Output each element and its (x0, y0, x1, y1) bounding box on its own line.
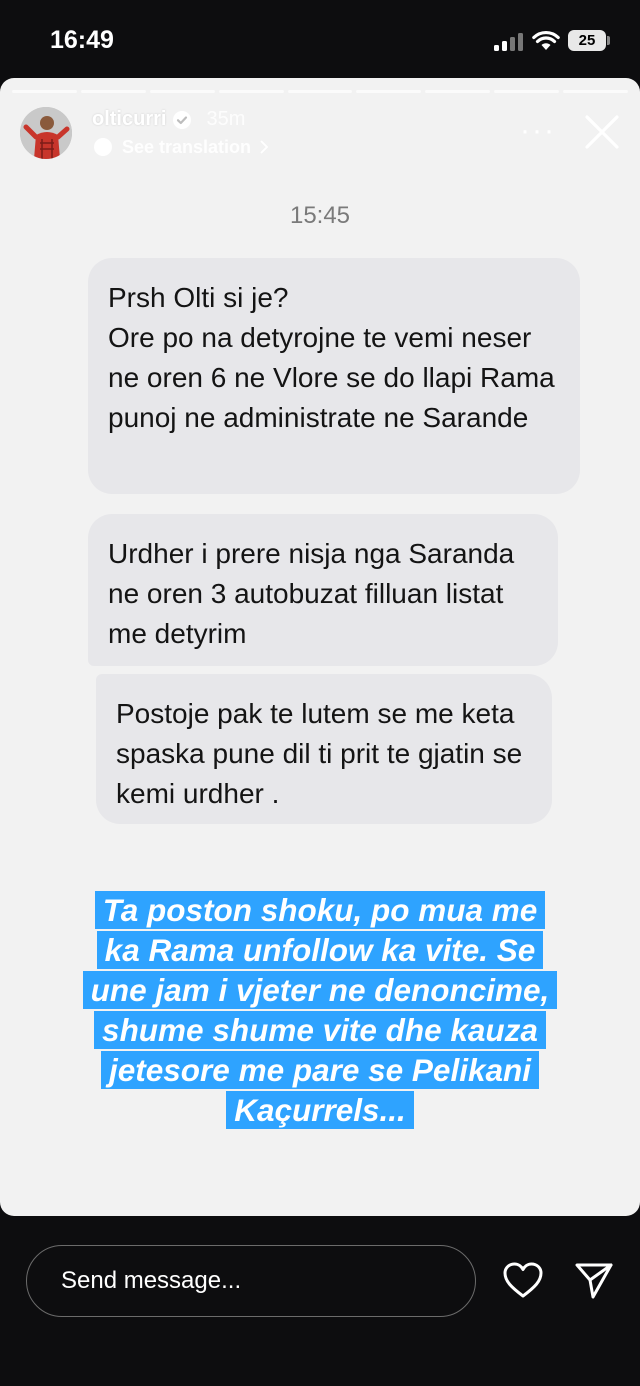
caption-line: shume shume vite dhe kauza (94, 1011, 546, 1049)
username-row: olticurri 35m (92, 108, 245, 131)
avatar[interactable] (20, 107, 72, 159)
caption-line: ka Rama unfollow ka vite. Se (96, 931, 544, 969)
cellular-signal-icon (494, 33, 524, 51)
chevron-right-icon (260, 140, 269, 154)
battery-level: 25 (568, 30, 606, 51)
send-message-input[interactable] (26, 1245, 476, 1317)
translate-icon (94, 138, 112, 156)
story-frame[interactable]: olticurri 35m See translation ··· 15:45 … (0, 78, 640, 1216)
wifi-icon (532, 30, 560, 50)
message-bubble: Urdher i prere nisja nga Saranda ne oren… (88, 514, 558, 666)
story-caption: Ta poston shoku, po mua me ka Rama unfol… (0, 890, 640, 1130)
see-translation-label: See translation (122, 136, 252, 157)
message-bubble: Prsh Olti si je? Ore po na detyrojne te … (88, 258, 580, 494)
battery-tip (607, 36, 610, 45)
username[interactable]: olticurri (92, 108, 166, 131)
status-time: 16:49 (50, 26, 114, 54)
more-options-button[interactable]: ··· (520, 116, 556, 146)
verified-icon (173, 110, 192, 129)
heart-icon[interactable] (502, 1260, 544, 1300)
time-ago: 35m (206, 108, 246, 130)
caption-line: une jam i vjeter ne denoncime, (82, 971, 558, 1009)
close-icon[interactable] (584, 114, 620, 150)
message-bubble: Postoje pak te lutem se me keta spaska p… (96, 674, 552, 824)
reply-bar (0, 1216, 640, 1386)
caption-line: Ta poston shoku, po mua me (94, 891, 546, 929)
status-bar: 16:49 25 (0, 0, 640, 80)
story-progress (12, 90, 629, 93)
story-header: olticurri 35m See translation ··· (20, 106, 620, 166)
caption-line: Kaçurrels... (226, 1091, 414, 1129)
see-translation-button[interactable]: See translation (92, 136, 269, 158)
caption-line: jetesore me pare se Pelikani (101, 1051, 539, 1089)
send-icon[interactable] (574, 1260, 614, 1300)
chat-timestamp: 15:45 (289, 202, 351, 229)
